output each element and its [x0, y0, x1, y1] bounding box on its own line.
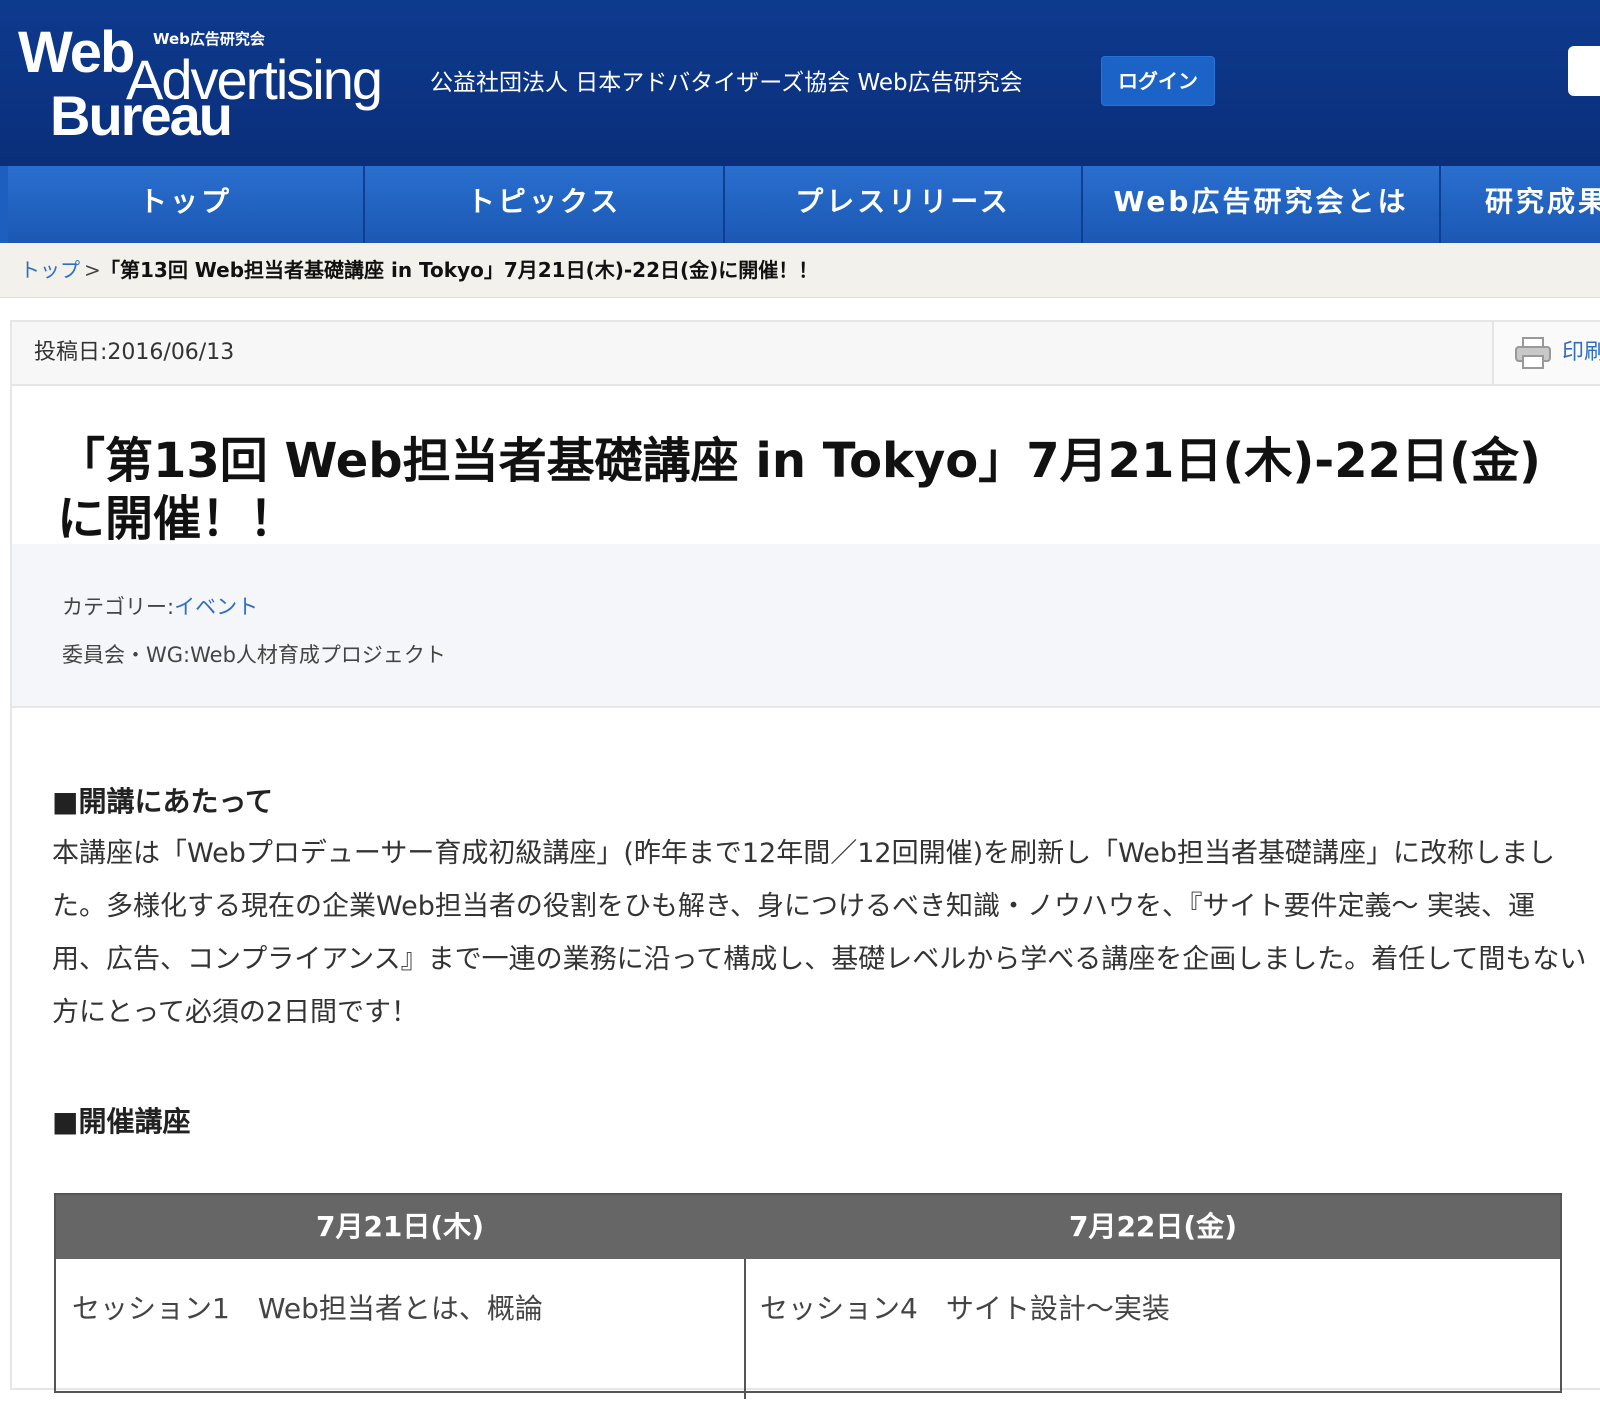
schedule-header-day2: 7月22日(金)	[1068, 1210, 1238, 1243]
global-nav: トップ トピックス プレスリリース Web広告研究会とは 研究成果	[0, 163, 1600, 243]
logo-text-web: Web	[18, 20, 135, 85]
category-link-event[interactable]: イベント	[174, 595, 258, 619]
web-advertising-bureau-logo[interactable]: Web Web広告研究会 Advertising Bureau	[18, 20, 408, 147]
organization-name: 公益社団法人 日本アドバタイザーズ協会 Web広告研究会	[430, 70, 1023, 96]
post-info-bar: 投稿日:2016/06/13 印刷	[12, 322, 1600, 386]
breadcrumb: トップ > 「第13回 Web担当者基礎講座 in Tokyo」7月21日(木)…	[0, 243, 1600, 298]
breadcrumb-current: 「第13回 Web担当者基礎講座 in Tokyo」7月21日(木)-22日(金…	[100, 258, 819, 282]
breadcrumb-separator: >	[84, 258, 101, 282]
intro-paragraph: 本講座は「Webプロデューサー育成初級講座」(昨年まで12年間／12回開催)を刷…	[52, 838, 1587, 1028]
section-heading-courses: ■開催講座	[52, 1105, 191, 1138]
schedule-column-divider	[744, 1259, 746, 1399]
print-label: 印刷	[1562, 340, 1600, 365]
nav-item-about[interactable]: Web広告研究会とは	[1083, 166, 1441, 243]
committee-line: 委員会・WG:Web人材育成プロジェクト	[62, 643, 446, 667]
breadcrumb-top-link[interactable]: トップ	[20, 243, 80, 297]
logo-text-bureau: Bureau	[50, 84, 233, 147]
print-button[interactable]: 印刷	[1492, 322, 1600, 384]
header-right-button[interactable]	[1568, 46, 1600, 96]
article-title: 「第13回 Web担当者基礎講座 in Tokyo」7月21日(木)-22日(金…	[57, 433, 1541, 547]
section-heading-intro: ■開講にあたって	[52, 785, 274, 818]
nav-item-research[interactable]: 研究成果	[1441, 166, 1600, 243]
schedule-table: 7月21日(木) 7月22日(金) セッション1 Web担当者とは、概論 セッシ…	[54, 1193, 1562, 1399]
nav-item-topics[interactable]: トピックス	[365, 166, 725, 243]
schedule-header-row: 7月21日(木) 7月22日(金)	[56, 1195, 1560, 1259]
category-line: カテゴリー:イベント	[62, 592, 258, 622]
schedule-header-day1: 7月21日(木)	[315, 1210, 485, 1243]
post-date: 投稿日:2016/06/13	[34, 340, 235, 365]
article: 投稿日:2016/06/13 印刷 「第13回 Web担当者基礎講座 in To…	[10, 320, 1600, 1399]
schedule-cell-day1-session: セッション1 Web担当者とは、概論	[72, 1292, 543, 1325]
printer-icon	[1515, 337, 1551, 369]
schedule-cell-day2-session: セッション4 サイト設計～実装	[760, 1292, 1170, 1325]
category-label: カテゴリー:	[62, 595, 175, 619]
login-button[interactable]: ログイン	[1101, 56, 1215, 106]
nav-item-top[interactable]: トップ	[8, 166, 365, 243]
logo-text-small: Web広告研究会	[153, 30, 265, 48]
article-meta: カテゴリー:イベント 委員会・WG:Web人材育成プロジェクト	[12, 544, 1600, 708]
nav-item-press-release[interactable]: プレスリリース	[725, 166, 1083, 243]
site-header: Web Web広告研究会 Advertising Bureau 公益社団法人 日…	[0, 0, 1600, 163]
